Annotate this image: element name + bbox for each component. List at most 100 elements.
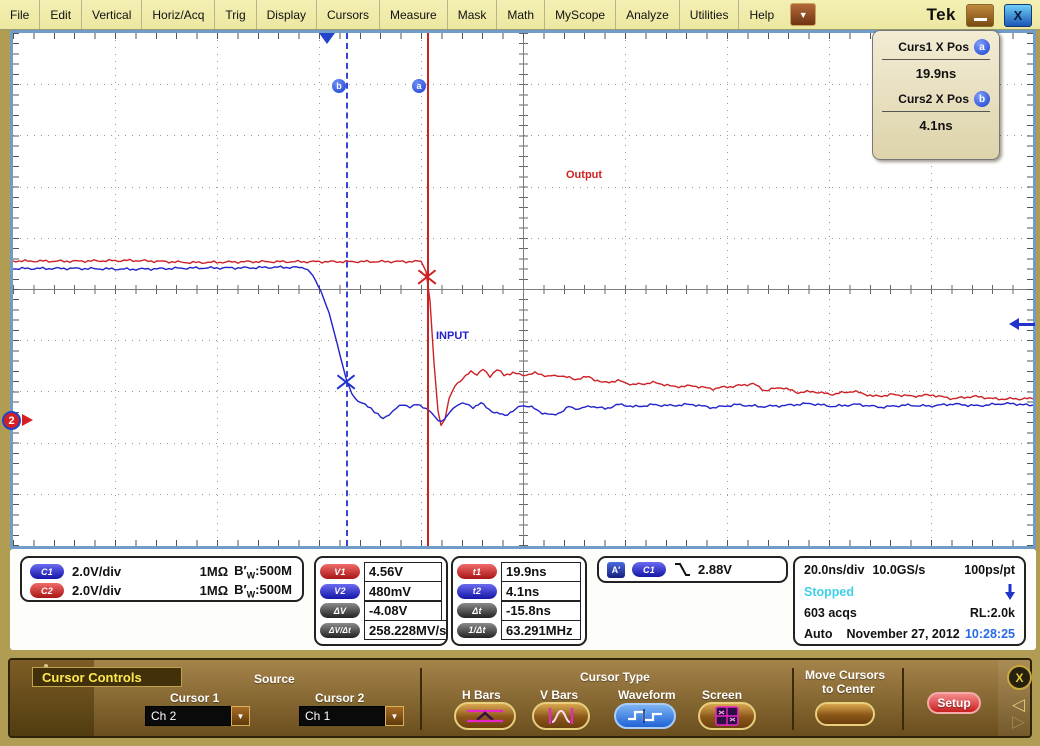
divider <box>882 111 990 112</box>
waveform-label: Waveform <box>618 688 676 702</box>
ch1-readout-row[interactable]: C1 2.0V/div 1MΩ B′W:500M <box>30 562 292 581</box>
trigger-mode: Auto <box>804 627 832 641</box>
divider <box>792 668 794 730</box>
menu-analyze[interactable]: Analyze <box>616 0 680 29</box>
vbars-icon <box>542 706 580 726</box>
source-label: Source <box>254 672 295 686</box>
delta-v-badge: ΔV <box>320 603 360 618</box>
cursor1-source-value: Ch 2 <box>145 706 231 726</box>
menu-trig[interactable]: Trig <box>215 0 256 29</box>
vbars-button[interactable] <box>532 702 590 730</box>
menu-overflow-dropdown-button[interactable]: ▼ <box>790 3 816 26</box>
cursor-a-x-marker[interactable] <box>417 267 437 287</box>
trigger-source-badge: C1 <box>632 562 666 577</box>
cursor1-label: Cursor 1 <box>170 691 219 705</box>
trigger-readout-box[interactable]: A′ C1 2.88V <box>597 556 788 583</box>
ch2-reference-arrow-icon <box>22 414 33 426</box>
t1-badge: t1 <box>457 564 497 579</box>
curs1-x-pos-label: Curs1 X Pos <box>898 40 969 54</box>
cursor-a-vline[interactable] <box>427 33 429 546</box>
v1-badge: V1 <box>320 564 360 579</box>
ch2-impedance: 1MΩ <box>200 583 228 598</box>
ch2-readout-row[interactable]: C2 2.0V/div 1MΩ B′W:500M <box>30 581 292 600</box>
dv-dt-badge: ΔV/Δt <box>320 623 360 638</box>
timebase-scale: 20.0ns/div <box>804 563 864 577</box>
tek-logo: Tek <box>926 5 956 25</box>
menu-myscope[interactable]: MyScope <box>545 0 616 29</box>
cursor-a-badge[interactable]: a <box>412 79 426 93</box>
menu-vertical[interactable]: Vertical <box>82 0 142 29</box>
minimize-button[interactable] <box>966 4 994 27</box>
cursor-b-x-marker[interactable] <box>336 372 356 392</box>
vbars-label: V Bars <box>540 688 578 702</box>
v1-value: 4.56V <box>364 562 442 582</box>
cursor2-source-dropdown[interactable]: Ch 1 ▼ <box>299 706 404 726</box>
acquisition-count: 603 acqs <box>804 606 857 620</box>
screen-label: Screen <box>702 688 742 702</box>
setup-button[interactable]: Setup <box>927 692 981 714</box>
t1-value: 19.9ns <box>501 562 581 582</box>
arrow-down-icon <box>1005 584 1015 600</box>
chevron-down-icon[interactable]: ▼ <box>385 706 404 726</box>
delta-t-value: -15.8ns <box>501 601 581 621</box>
cursor-b-vline[interactable] <box>346 33 348 546</box>
trigger-position-icon[interactable] <box>319 33 335 44</box>
move-cursors-label-line1: Move Cursors <box>805 668 885 682</box>
panel-prev-arrow[interactable]: ◁ <box>1012 696 1025 713</box>
waveform-button[interactable] <box>614 703 676 729</box>
menu-help[interactable]: Help <box>739 0 784 29</box>
hbars-label: H Bars <box>462 688 501 702</box>
hbars-button[interactable] <box>454 702 516 730</box>
cursor-type-label: Cursor Type <box>580 670 650 684</box>
cursor1-source-dropdown[interactable]: Ch 2 ▼ <box>145 706 250 726</box>
move-cursors-label-line2: to Center <box>822 682 875 696</box>
voltage-measurements-box: V1 4.56V V2 480mV ΔV -4.08V ΔV/Δt 258.22… <box>314 556 448 646</box>
ch2-bandwidth: B′W:500M <box>234 582 292 600</box>
ch1-scale: 2.0V/div <box>72 564 152 579</box>
cursor-position-readout: Curs1 X Pos a 19.9ns Curs2 X Pos b 4.1ns <box>872 30 1000 160</box>
channel-readout-box: C1 2.0V/div 1MΩ B′W:500M C2 2.0V/div 1MΩ… <box>20 556 304 602</box>
ch2-badge: C2 <box>30 583 64 598</box>
delta-t-badge: Δt <box>457 603 497 618</box>
screen-button[interactable] <box>698 702 756 730</box>
cursor-a-badge-icon: a <box>974 39 990 55</box>
cursor-b-badge[interactable]: b <box>332 79 346 93</box>
ch1-badge: C1 <box>30 564 64 579</box>
panel-close-button[interactable]: X <box>1007 665 1032 690</box>
panel-next-arrow: ▷ <box>1012 713 1025 730</box>
input-trace-label: INPUT <box>436 330 469 342</box>
menu-math[interactable]: Math <box>497 0 545 29</box>
dv-dt-value: 258.228MV/s <box>364 620 447 640</box>
window-close-button[interactable]: X <box>1004 4 1032 27</box>
menu-file[interactable]: File <box>0 0 40 29</box>
menu-horiz-acq[interactable]: Horiz/Acq <box>142 0 215 29</box>
t2-badge: t2 <box>457 584 497 599</box>
time-measurements-box: t1 19.9ns t2 4.1ns Δt -15.8ns 1/Δt 63.29… <box>451 556 587 646</box>
menu-display[interactable]: Display <box>257 0 317 29</box>
sample-rate: 10.0GS/s <box>872 563 925 577</box>
date-value: November 27, 2012 <box>846 627 959 641</box>
menu-bar: File Edit Vertical Horiz/Acq Trig Displa… <box>0 0 1040 30</box>
menu-utilities[interactable]: Utilities <box>680 0 740 29</box>
chevron-down-icon: ▼ <box>799 10 808 20</box>
inv-delta-t-badge: 1/Δt <box>457 623 497 638</box>
ch2-ground-reference-marker[interactable]: 2 <box>2 411 21 430</box>
cursor2-label: Cursor 2 <box>315 691 364 705</box>
inv-delta-t-value: 63.291MHz <box>501 620 581 640</box>
timebase-readout-box: 20.0ns/div 10.0GS/s 100ps/pt Stopped 603… <box>793 556 1026 646</box>
trigger-level-arrow-icon[interactable] <box>1009 318 1035 330</box>
screen-cursor-icon <box>715 706 739 726</box>
menu-measure[interactable]: Measure <box>380 0 448 29</box>
acquisition-status: Stopped <box>804 585 854 599</box>
menu-cursors[interactable]: Cursors <box>317 0 380 29</box>
output-trace-label: Output <box>566 169 602 181</box>
divider <box>902 668 904 730</box>
cursor-b-badge-icon: b <box>974 91 990 107</box>
cursor2-source-value: Ch 1 <box>299 706 385 726</box>
move-cursors-to-center-button[interactable] <box>815 702 875 726</box>
curs2-x-pos-label: Curs2 X Pos <box>898 92 969 106</box>
menu-mask[interactable]: Mask <box>448 0 498 29</box>
menu-edit[interactable]: Edit <box>40 0 82 29</box>
chevron-down-icon[interactable]: ▼ <box>231 706 250 726</box>
waveform-cursor-icon <box>625 707 665 725</box>
